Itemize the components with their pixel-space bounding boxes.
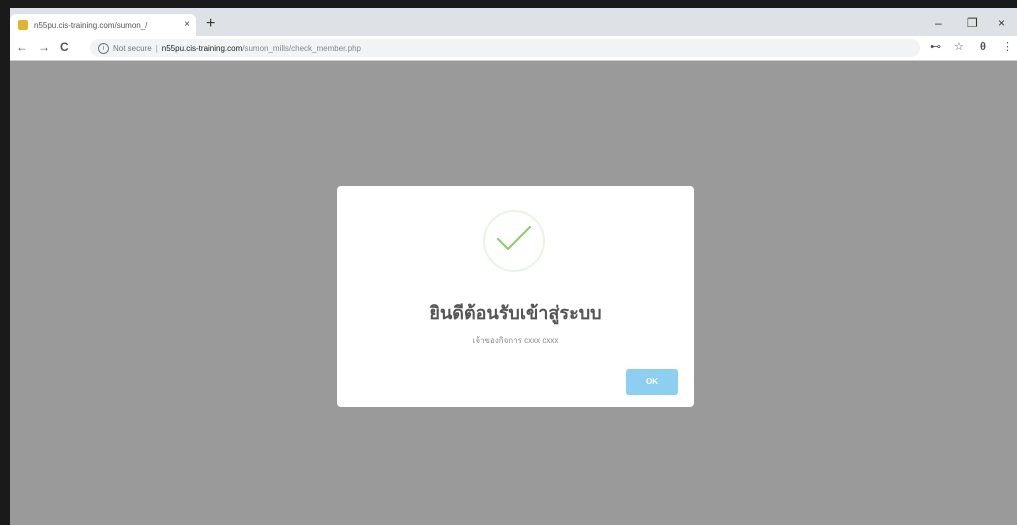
back-icon[interactable]: ← xyxy=(16,40,28,54)
reload-icon[interactable]: C xyxy=(60,40,69,54)
url-path: /sumon_mills/check_member.php xyxy=(242,43,361,53)
browser-toolbar: ← → C i Not secure | n55pu.cis-training.… xyxy=(10,36,1017,61)
browser-tab[interactable]: n55pu.cis-training.com/sumon_/ × xyxy=(10,14,196,36)
tab-close-icon[interactable]: × xyxy=(184,18,190,32)
success-check-icon xyxy=(483,210,545,272)
star-icon[interactable]: ☆ xyxy=(954,40,964,54)
key-icon[interactable]: ⊷ xyxy=(930,40,941,54)
favicon-icon xyxy=(18,20,28,30)
address-separator: | xyxy=(155,43,158,53)
minimize-icon[interactable]: – xyxy=(935,16,942,30)
browser-window: n55pu.cis-training.com/sumon_/ × + – ❐ ×… xyxy=(0,0,1017,525)
security-label: Not secure xyxy=(113,43,152,53)
ok-button[interactable]: OK xyxy=(626,369,678,395)
dialog-message: เจ้าของกิจการ cxxx cxxx xyxy=(472,336,559,345)
url-host: n55pu.cis-training.com xyxy=(161,43,243,53)
window-left-border xyxy=(0,0,10,525)
dialog-title: ยินดีต้อนรับเข้าสู่ระบบ xyxy=(429,303,602,323)
success-dialog: ยินดีต้อนรับเข้าสู่ระบบ เจ้าของกิจการ cx… xyxy=(337,186,694,407)
tab-title: n55pu.cis-training.com/sumon_/ xyxy=(34,20,148,30)
tab-strip: n55pu.cis-training.com/sumon_/ × + – ❐ × xyxy=(10,8,1017,36)
window-close-icon[interactable]: × xyxy=(998,16,1005,30)
forward-icon[interactable]: → xyxy=(38,40,50,54)
address-bar[interactable]: i Not secure | n55pu.cis-training.com /s… xyxy=(90,39,920,57)
new-tab-icon[interactable]: + xyxy=(206,16,215,32)
account-icon[interactable]: θ xyxy=(980,40,986,54)
window-top-border xyxy=(0,0,1017,8)
restore-icon[interactable]: ❐ xyxy=(967,16,978,30)
info-icon[interactable]: i xyxy=(98,42,109,54)
menu-icon[interactable]: ⋮ xyxy=(1002,40,1013,54)
